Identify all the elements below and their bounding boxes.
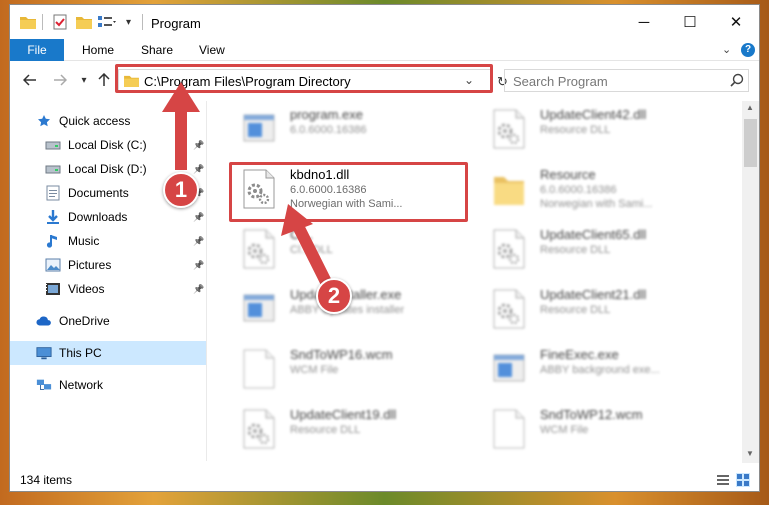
step-2-marker: 2 xyxy=(316,278,352,314)
step-1-marker: 1 xyxy=(163,172,199,208)
arrow-1 xyxy=(162,82,200,170)
arrow-2 xyxy=(281,204,332,285)
annotation-arrows xyxy=(162,82,332,285)
